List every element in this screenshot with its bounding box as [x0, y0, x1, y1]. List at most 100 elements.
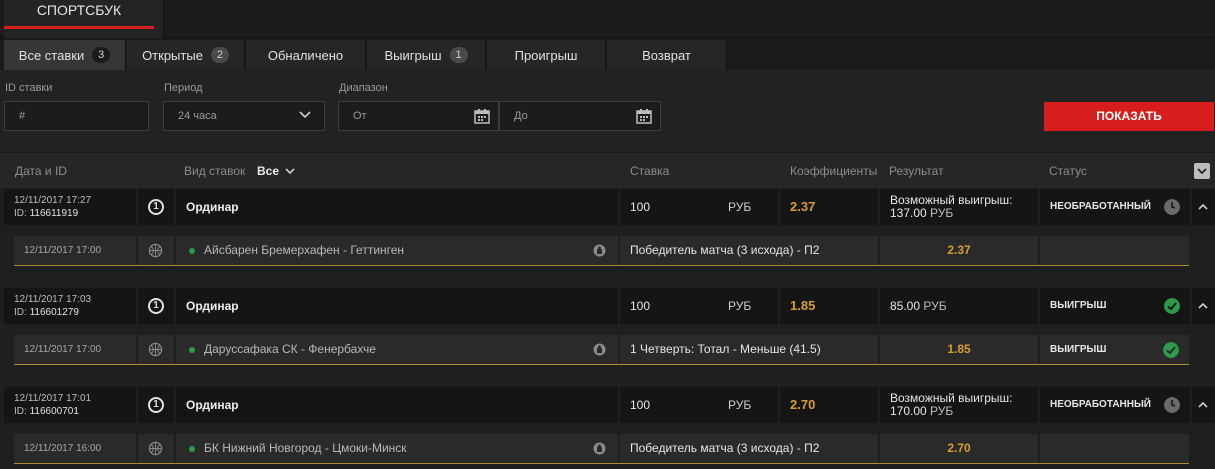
bet-status: НЕОБРАБОТАННЫЙ [1050, 399, 1151, 410]
selection-market: Победитель матча (3 исхода) - П2 [620, 236, 878, 265]
bet-status-cell: НЕОБРАБОТАННЫЙ [1040, 189, 1190, 225]
bet-id: 116600701 [29, 406, 79, 417]
bet-status: НЕОБРАБОТАННЫЙ [1050, 201, 1151, 212]
result-amount: 170.00 [890, 404, 927, 418]
tab-label: Выигрыш [384, 47, 442, 63]
selection-match-cell[interactable]: Даруссафака СК - Фенербахче [176, 335, 618, 364]
bet-stake-cell: 100 РУБ [620, 387, 778, 423]
chevron-down-icon[interactable] [284, 165, 296, 177]
tab-lost[interactable]: Проигрыш [487, 40, 606, 70]
tab-refund[interactable]: Возврат [607, 40, 727, 70]
tab-open[interactable]: Открытые 2 [127, 40, 245, 70]
table-header: Дата и ID Вид ставок Все Ставка Коэффици… [0, 152, 1215, 188]
bet-id-input[interactable]: # [4, 101, 149, 131]
date-to-input[interactable]: До [499, 101, 661, 131]
collapse-cell[interactable] [1192, 387, 1215, 423]
bet-stake-cell: 100 РУБ [620, 288, 778, 324]
chevron-up-icon[interactable] [1197, 201, 1209, 213]
bet-status: ВЫИГРЫШ [1050, 300, 1107, 311]
bet-stake: 100 [630, 398, 651, 412]
tab-label: Обналичено [267, 47, 344, 63]
bet-row[interactable]: 12/11/2017 17:01 ID: 116600701 1 Ординар… [4, 387, 1215, 423]
active-tab-underline [4, 26, 154, 29]
selection-row: 12/11/2017 16:00 БК Нижний Новгород - Цм… [14, 434, 1189, 464]
top-bar: СПОРТСБУК [0, 0, 1215, 38]
bet-id-placeholder: # [19, 110, 26, 122]
bet-row[interactable]: 12/11/2017 17:03 ID: 116601279 1 Ординар… [4, 288, 1215, 324]
collapse-all-icon[interactable] [1194, 163, 1210, 179]
basketball-icon [148, 441, 163, 456]
selection-row: 12/11/2017 17:00 Даруссафака СК - Фенерб… [14, 335, 1189, 365]
bet-result: 85.00 РУБ [880, 288, 1038, 324]
chevron-up-icon[interactable] [1197, 399, 1209, 411]
bet-id-prefix: ID: [14, 307, 27, 318]
header-date-id: Дата и ID [15, 164, 67, 178]
tab-label: Проигрыш [514, 47, 578, 63]
sportsbook-tab-label: СПОРТСБУК [36, 2, 122, 18]
calendar-icon[interactable] [636, 108, 652, 124]
tab-count-badge: 3 [92, 47, 111, 63]
sport-cell [138, 236, 174, 265]
chevron-up-icon[interactable] [1197, 300, 1209, 312]
bet-id: 116611919 [29, 208, 79, 219]
bet-status-cell: НЕОБРАБОТАННЫЙ [1040, 387, 1190, 423]
result-currency: РУБ [923, 299, 947, 313]
bet-type-filter[interactable]: Все [257, 164, 279, 178]
sport-cell [138, 434, 174, 463]
bet-row[interactable]: 12/11/2017 17:27 ID: 116611919 1 Ординар… [4, 189, 1215, 225]
tab-cashed-out[interactable]: Обналичено [246, 40, 366, 70]
selection-match-cell[interactable]: БК Нижний Новгород - Цмоки-Минск [176, 434, 618, 463]
sport-cell [138, 335, 174, 364]
bet-odds: 2.37 [780, 189, 878, 225]
tab-count-badge: 2 [210, 47, 229, 63]
clock-icon [1164, 397, 1180, 413]
tab-label: Открытые [142, 47, 203, 63]
bet-currency: РУБ [728, 398, 752, 412]
selection-market: 1 Четверть: Тотал - Меньше (41.5) [620, 335, 878, 364]
tab-label: Возврат [642, 47, 691, 63]
show-button[interactable]: ПОКАЗАТЬ [1044, 102, 1214, 131]
selection-odds: 2.37 [880, 236, 1038, 265]
filters-panel: ID ставки # Период 24 часа Диапазон От Д… [0, 70, 1215, 152]
bet-type: Ординар [176, 288, 618, 324]
selection-match: Даруссафака СК - Фенербахче [204, 342, 376, 356]
single-bet-icon: 1 [148, 199, 164, 215]
selection-match-cell[interactable]: Айсбарен Бремерхафен - Геттинген [176, 236, 618, 265]
bet-currency: РУБ [728, 200, 752, 214]
bet-odds: 1.85 [780, 288, 878, 324]
date-from-input[interactable]: От [338, 101, 499, 131]
sportsbook-tab[interactable]: СПОРТСБУК [4, 0, 164, 38]
header-status: Статус [1049, 164, 1087, 178]
bet-id: 116601279 [29, 307, 79, 318]
bet-id-label: ID ставки [5, 82, 53, 94]
selection-status [1040, 236, 1189, 265]
selection-status: ВЫИГРЫШ [1050, 344, 1107, 355]
result-amount: 85.00 [890, 299, 921, 313]
stats-icon[interactable] [593, 244, 606, 257]
stats-icon[interactable] [593, 343, 606, 356]
bet-result: Возможный выигрыш: 137.00 РУБ [880, 189, 1038, 225]
bet-date-id: 12/11/2017 17:01 ID: 116600701 [4, 387, 136, 423]
bet-date: 12/11/2017 17:03 [14, 294, 92, 305]
live-dot [189, 248, 195, 254]
tab-all-bets[interactable]: Все ставки 3 [4, 40, 126, 70]
tab-won[interactable]: Выигрыш 1 [367, 40, 486, 70]
period-select[interactable]: 24 часа [163, 101, 325, 131]
collapse-cell[interactable] [1192, 189, 1215, 225]
bet-result: Возможный выигрыш: 170.00 РУБ [880, 387, 1038, 423]
single-bet-icon: 1 [148, 298, 164, 314]
live-dot [189, 347, 195, 353]
bet-odds: 2.70 [780, 387, 878, 423]
tab-label: Все ставки [18, 47, 85, 63]
calendar-icon[interactable] [474, 108, 490, 124]
selection-market: Победитель матча (3 исхода) - П2 [620, 434, 878, 463]
collapse-cell[interactable] [1192, 288, 1215, 324]
header-result: Результат [889, 164, 944, 178]
selection-odds: 1.85 [880, 335, 1038, 364]
bet-status-cell: ВЫИГРЫШ [1040, 288, 1190, 324]
result-currency: РУБ [930, 404, 954, 418]
stats-icon[interactable] [593, 442, 606, 455]
bet-type: Ординар [176, 387, 618, 423]
period-value: 24 часа [178, 110, 217, 122]
result-amount: 137.00 [890, 206, 927, 220]
